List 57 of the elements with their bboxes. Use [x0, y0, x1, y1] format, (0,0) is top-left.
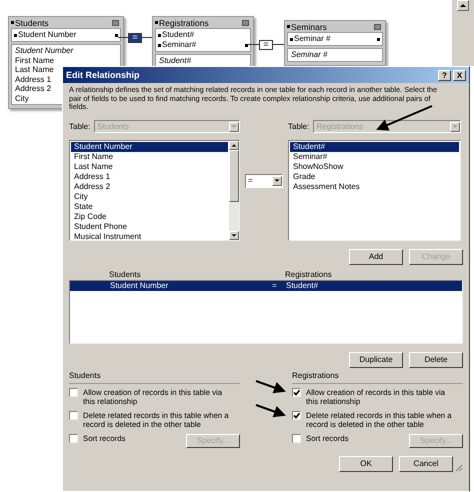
field-name: Last Name [15, 65, 54, 74]
dialog-button[interactable]: Add [349, 248, 403, 265]
section-heading: Registrations [292, 370, 463, 384]
dialog-button[interactable]: Delete [409, 352, 463, 368]
list-item[interactable]: State [71, 202, 228, 212]
field-name: Seminar# [162, 40, 198, 50]
relationship-operator[interactable]: = [128, 32, 142, 42]
field-list[interactable]: Student Number First Name Last Name Address 1 Address 2 City State Zip Code Student Phone Musical Instrument [69, 140, 240, 241]
dialog-button[interactable]: Cancel [399, 456, 453, 472]
list-item[interactable]: ShowNoShow [290, 162, 459, 172]
table-card[interactable]: Seminars Seminar # Seminar # [284, 20, 386, 66]
table-cell-text: = [272, 280, 278, 291]
field-list[interactable]: Student# Seminar# ShowNoShow Grade Assessment Notes [288, 140, 461, 241]
close-button[interactable]: X [453, 70, 466, 80]
field-label: Table: [288, 122, 310, 132]
field-name: Address 2 [15, 84, 52, 94]
field-name: Seminar # [294, 34, 332, 44]
dropdown-value: Students [96, 122, 130, 132]
operator-dropdown[interactable]: = [245, 174, 283, 188]
table-title: Seminars [291, 22, 328, 32]
list-item[interactable]: Student# [290, 142, 459, 152]
column-header: Students [108, 270, 142, 279]
column-header: Registrations [285, 270, 332, 279]
list-item[interactable]: City [71, 192, 228, 202]
list-item[interactable]: Zip Code [71, 212, 228, 222]
field-name: First Name [15, 56, 54, 65]
dropdown-value: Registrations [315, 122, 364, 132]
dropdown-value: = [247, 176, 254, 186]
list-item[interactable]: Assessment Notes [290, 182, 459, 192]
list-item[interactable]: Seminar# [290, 152, 459, 162]
field-name: Address 1 [15, 74, 52, 84]
list-item[interactable]: First Name [71, 152, 228, 162]
help-button[interactable]: ? [438, 70, 451, 80]
list-item[interactable]: Address 2 [71, 182, 228, 192]
list-item[interactable]: Musical Instrument [71, 232, 228, 242]
list-item[interactable]: Address 1 [71, 172, 228, 182]
field-name: Student# [162, 30, 196, 40]
relationship-operator[interactable]: = [259, 40, 273, 50]
field-name: Student Number [15, 46, 74, 56]
field-name: Student Number [18, 30, 78, 40]
list-item[interactable]: Last Name [71, 162, 228, 172]
table-title: Students [15, 18, 50, 28]
field-label: Table: [69, 122, 90, 132]
section-heading: Students [69, 370, 240, 384]
criteria-row[interactable]: Student Number = Student# [70, 280, 462, 291]
field-name: City [15, 94, 29, 103]
criteria-list[interactable]: Student Number = Student# [69, 280, 463, 344]
table-cell-text: Student Number [109, 280, 170, 291]
dialog-button[interactable]: OK [339, 456, 393, 472]
field-name: Seminar # [291, 50, 328, 60]
list-item[interactable]: Grade [290, 172, 459, 182]
table-cell: Student# [286, 280, 318, 291]
field-name: Student# [159, 56, 192, 66]
table-title: Registrations [159, 18, 210, 28]
dialog-button[interactable]: Duplicate [349, 352, 403, 368]
list-item[interactable]: Student Number [71, 142, 228, 152]
list-item[interactable]: Student Phone [71, 222, 228, 232]
